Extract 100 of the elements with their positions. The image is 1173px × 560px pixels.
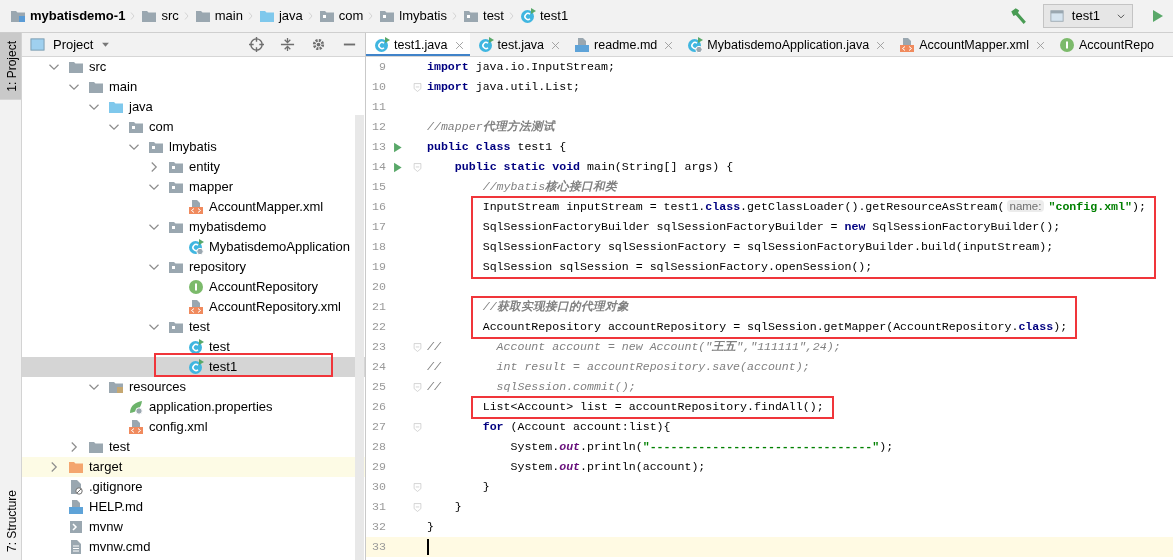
- tree-item[interactable]: entity: [22, 157, 365, 177]
- tree-item[interactable]: AccountMapper.xml: [22, 197, 365, 217]
- folder-icon: [108, 99, 124, 115]
- tree-item[interactable]: config.xml: [22, 417, 365, 437]
- class-icon: [687, 37, 704, 53]
- tree-item[interactable]: mvnw: [22, 517, 365, 537]
- folder-icon: [258, 8, 275, 24]
- folder-icon: [128, 119, 144, 135]
- breadcrumb-item[interactable]: src: [141, 6, 179, 26]
- code-line: InputStream inputStream = test1.class.getClassLoader().getResourceAsStream( name: "config.xml");: [481, 199, 1146, 216]
- properties-file-icon: [128, 399, 144, 415]
- breadcrumb-item[interactable]: main: [194, 6, 243, 26]
- editor-tab[interactable]: AccountMapper.xml: [891, 33, 1051, 56]
- tree-item[interactable]: lmybatis: [22, 137, 365, 157]
- line-number: 27: [371, 419, 386, 436]
- tree-item[interactable]: repository: [22, 257, 365, 277]
- code-line: //获取实现接口的代理对象: [481, 299, 629, 316]
- close-icon[interactable]: [664, 40, 674, 50]
- chevron-separator-icon: [246, 9, 255, 23]
- script-file-icon: [68, 519, 84, 535]
- xml-file-icon: [188, 199, 204, 215]
- tree-item[interactable]: target: [22, 457, 365, 477]
- editor-tab[interactable]: readme.md: [566, 33, 680, 56]
- run-config-dropdown[interactable]: test1: [1042, 4, 1133, 28]
- tree-item[interactable]: mvnw.cmd: [22, 537, 365, 557]
- code-line: import java.util.List;: [427, 79, 581, 96]
- close-icon[interactable]: [876, 40, 886, 50]
- line-number: 18: [371, 239, 386, 256]
- class-icon: [477, 37, 494, 53]
- class-icon: [188, 239, 204, 255]
- folder-icon: [318, 8, 335, 24]
- folder-icon: [68, 459, 84, 475]
- breadcrumb-item[interactable]: java: [258, 6, 303, 26]
- tree-item[interactable]: test: [22, 337, 365, 357]
- tree-item[interactable]: AccountRepository: [22, 277, 365, 297]
- settings-icon[interactable]: [311, 37, 326, 52]
- collapse-all-icon[interactable]: [280, 37, 295, 52]
- xml-file-icon: [188, 299, 204, 315]
- crosshair-icon[interactable]: [249, 37, 264, 52]
- tree-item[interactable]: com: [22, 117, 365, 137]
- chevron-separator-icon: [451, 9, 459, 23]
- code-line: //mybatis核心接口和类: [481, 179, 618, 196]
- code-line: //mapper代理方法测试: [427, 119, 555, 136]
- caret-icon: [1116, 11, 1126, 21]
- folder-icon: [463, 8, 479, 24]
- tree-item[interactable]: .gitignore: [22, 477, 365, 497]
- close-icon[interactable]: [454, 40, 464, 50]
- hammer-icon[interactable]: [1008, 7, 1027, 25]
- tree-item[interactable]: test: [22, 317, 365, 337]
- tree-item[interactable]: mapper: [22, 177, 365, 197]
- line-number: 28: [371, 439, 386, 456]
- tree-item[interactable]: HELP.md: [22, 497, 365, 517]
- line-number: 16: [371, 199, 386, 216]
- tree-item[interactable]: main: [22, 77, 365, 97]
- line-number: 13: [371, 139, 386, 156]
- tree-item[interactable]: application.properties: [22, 397, 365, 417]
- code-line: for (Account account:list){: [481, 419, 671, 436]
- run-icon[interactable]: [391, 161, 403, 173]
- tree-item[interactable]: test: [22, 437, 365, 457]
- folder-icon: [168, 219, 184, 235]
- editor-tab[interactable]: MybatisdemoApplication.java: [679, 33, 892, 56]
- folder-icon: [10, 8, 26, 24]
- editor-tab[interactable]: test1.java: [366, 33, 470, 56]
- tree-item[interactable]: src: [22, 57, 365, 77]
- class-icon: [188, 359, 204, 375]
- breadcrumb-item[interactable]: test1: [520, 6, 569, 26]
- code-line: SqlSessionFactoryBuilder sqlSessionFactoryBuilder = new SqlSessionFactoryBuilder();: [481, 219, 1061, 236]
- breadcrumb-item[interactable]: mybatisdemo-1: [10, 6, 126, 26]
- line-number: 33: [371, 539, 386, 556]
- breadcrumb-item[interactable]: test: [463, 6, 504, 26]
- editor-tab[interactable]: AccountRepo: [1051, 33, 1161, 56]
- line-number: 14: [371, 159, 386, 176]
- line-number: 31: [371, 499, 386, 516]
- folder-icon: [88, 79, 104, 95]
- close-icon[interactable]: [551, 40, 561, 50]
- chevron-separator-icon: [182, 9, 191, 23]
- code-line: SqlSessionFactory sqlSessionFactory = sqlSessionFactoryBuilder.build(inputStream);: [481, 239, 1054, 256]
- tree-item[interactable]: AccountRepository.xml: [22, 297, 365, 317]
- tool-window-tab[interactable]: 7: Structure: [0, 481, 21, 560]
- folder-icon: [379, 8, 396, 24]
- folder-icon: [141, 8, 158, 24]
- line-number: 10: [371, 79, 386, 96]
- line-number: 24: [371, 359, 386, 376]
- editor-tab[interactable]: test.java: [469, 33, 567, 56]
- tree-item[interactable]: java: [22, 97, 365, 117]
- folder-icon: [148, 139, 164, 155]
- close-icon[interactable]: [1036, 40, 1045, 50]
- tool-window-tab[interactable]: 1: Project: [0, 33, 21, 100]
- run-icon[interactable]: [391, 141, 403, 153]
- window-icon: [1049, 9, 1064, 23]
- class-icon: [374, 37, 390, 53]
- tree-item[interactable]: resources: [22, 377, 365, 397]
- breadcrumb-item[interactable]: lmybatis: [379, 6, 447, 26]
- xml-file-icon: [128, 419, 144, 435]
- tree-item[interactable]: mybatisdemo: [22, 217, 365, 237]
- tree-item[interactable]: test1: [22, 357, 365, 377]
- scrollbar[interactable]: [355, 115, 364, 560]
- tree-item[interactable]: MybatisdemoApplication: [22, 237, 365, 257]
- breadcrumb-item[interactable]: com: [318, 6, 364, 26]
- interface-icon: [188, 279, 204, 295]
